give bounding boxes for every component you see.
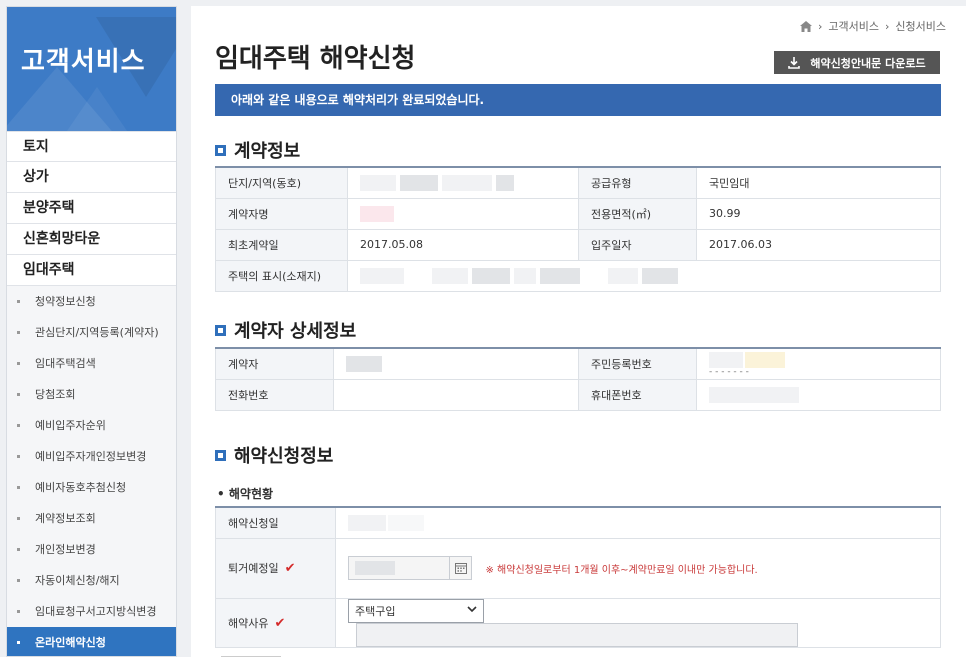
square-bullet-icon — [215, 449, 226, 461]
label-area: 전용면적(㎡) — [578, 197, 697, 230]
sidebar-subitem[interactable]: 임대주택검색 — [7, 348, 176, 379]
apply-subheading: • 해약현황 — [217, 487, 274, 501]
label-move-in-date: 입주일자 — [578, 228, 697, 261]
label-address: 주택의 표시(소재지) — [215, 259, 348, 292]
value-supply-type: 국민임대 — [696, 166, 941, 199]
table-row: 해약사유 ✔ 주택구입 — [215, 597, 941, 648]
download-guide-button[interactable]: 해약신청안내문 다운로드 — [774, 51, 940, 74]
value-rrn: - - - - - - - — [696, 347, 941, 380]
sidebar-item-sale-housing[interactable]: 분양주택 — [7, 193, 176, 224]
reason-cell: 주택구입 — [335, 597, 941, 648]
sidebar-subitem-active[interactable]: 온라인해약신청 — [7, 627, 176, 656]
sidebar-subitem[interactable]: 당첨조회 — [7, 379, 176, 410]
contract-section-heading: 계약정보 — [215, 137, 300, 163]
label-reason: 해약사유 ✔ — [215, 597, 336, 648]
notice-banner: 아래와 같은 내용으로 해약처리가 완료되었습니다. — [215, 84, 941, 116]
label-leave-date: 퇴거예정일 ✔ — [215, 537, 336, 599]
breadcrumb-level1[interactable]: 고객서비스 — [828, 18, 879, 34]
sidebar-item-newlywed-town[interactable]: 신혼희망타운 — [7, 224, 176, 255]
label-phone: 전화번호 — [215, 378, 334, 411]
label-apply-date: 해약신청일 — [215, 506, 336, 539]
table-row: 주택의 표시(소재지) — [215, 259, 941, 292]
apply-section-heading: 해약신청정보 — [215, 442, 333, 468]
calendar-icon[interactable] — [449, 557, 471, 579]
home-icon[interactable] — [799, 20, 812, 32]
reason-select[interactable]: 주택구입 — [348, 598, 484, 623]
sidebar-item-rental-housing[interactable]: 임대주택 — [7, 255, 176, 286]
leave-date-input[interactable] — [348, 556, 472, 580]
sidebar-title: 고객서비스 — [21, 47, 146, 77]
table-row: 단지/지역(동호) 공급유형 국민임대 — [215, 166, 941, 199]
value-first-contract-date: 2017.05.08 — [347, 228, 579, 261]
table-row: 퇴거예정일 ✔ ※ 해약신청일로부터 1개월 이후~계약만료일 이내만 가능합니다… — [215, 537, 941, 599]
contract-table: 단지/지역(동호) 공급유형 국민임대 계약자명 전용면적(㎡) 30.99 최… — [215, 166, 941, 292]
breadcrumb: › 고객서비스 › 신청서비스 — [799, 18, 946, 34]
required-check-icon: ✔ — [274, 615, 286, 631]
value-mobile — [696, 378, 941, 411]
table-row: 전화번호 휴대폰번호 — [215, 378, 941, 411]
value-contractor — [333, 347, 579, 380]
sidebar: 고객서비스 토지 상가 분양주택 신혼희망타운 임대주택 청약정보신청 관심단지… — [6, 6, 177, 657]
sidebar-subitem[interactable]: 임대료청구서고지방식변경 — [7, 596, 176, 627]
label-contractor: 계약자 — [215, 347, 334, 380]
label-rrn: 주민등록번호 — [578, 347, 697, 380]
reason-detail-input[interactable] — [356, 622, 798, 647]
label-supply-type: 공급유형 — [578, 166, 697, 199]
sidebar-subitem[interactable]: 계약정보조회 — [7, 503, 176, 534]
value-phone — [333, 378, 579, 411]
main-panel: › 고객서비스 › 신청서비스 임대주택 해약신청 해약신청안내문 다운로드 아… — [191, 6, 966, 657]
sidebar-item-commercial[interactable]: 상가 — [7, 162, 176, 193]
table-row: 계약자 주민등록번호 - - - - - - - — [215, 347, 941, 380]
contractor-table: 계약자 주민등록번호 - - - - - - - 전화번호 휴대폰번호 — [215, 347, 941, 411]
download-icon — [788, 56, 801, 69]
leave-date-warning: ※ 해약신청일로부터 1개월 이후~계약만료일 이내만 가능합니다. — [485, 564, 758, 576]
value-move-in-date: 2017.06.03 — [696, 228, 941, 261]
value-complex — [347, 166, 579, 199]
sidebar-subitem[interactable]: 예비입주자순위 — [7, 410, 176, 441]
label-complex: 단지/지역(동호) — [215, 166, 348, 199]
sidebar-header: 고객서비스 — [7, 7, 176, 131]
value-area: 30.99 — [696, 197, 941, 230]
sidebar-subitem[interactable]: 관심단지/지역등록(계약자) — [7, 317, 176, 348]
leave-date-cell: ※ 해약신청일로부터 1개월 이후~계약만료일 이내만 가능합니다. — [335, 537, 941, 599]
square-bullet-icon — [215, 144, 226, 156]
table-row: 최초계약일 2017.05.08 입주일자 2017.06.03 — [215, 228, 941, 261]
sidebar-subitem[interactable]: 예비자동호추첨신청 — [7, 472, 176, 503]
download-guide-label: 해약신청안내문 다운로드 — [810, 56, 926, 70]
label-first-contract-date: 최초계약일 — [215, 228, 348, 261]
breadcrumb-level2[interactable]: 신청서비스 — [895, 18, 946, 34]
label-mobile: 휴대폰번호 — [578, 378, 697, 411]
chevron-down-icon — [467, 605, 477, 616]
sidebar-item-land[interactable]: 토지 — [7, 131, 176, 162]
chevron-right-icon: › — [817, 19, 823, 33]
sidebar-subitem[interactable]: 예비입주자개인정보변경 — [7, 441, 176, 472]
square-bullet-icon — [215, 324, 226, 336]
required-check-icon: ✔ — [284, 561, 296, 576]
value-address — [347, 259, 941, 292]
table-row: 계약자명 전용면적(㎡) 30.99 — [215, 197, 941, 230]
sidebar-subitem[interactable]: 청약정보신청 — [7, 286, 176, 317]
apply-table: 해약신청일 퇴거예정일 ✔ ※ 해약신청일로부터 1개월 이후~계약만료일 이내만… — [215, 506, 941, 648]
value-contractor-name — [347, 197, 579, 230]
label-contractor-name: 계약자명 — [215, 197, 348, 230]
table-row: 해약신청일 — [215, 506, 941, 539]
sidebar-subitem[interactable]: 개인정보변경 — [7, 534, 176, 565]
chevron-right-icon: › — [884, 19, 890, 33]
contractor-section-heading: 계약자 상세정보 — [215, 317, 356, 343]
value-apply-date — [335, 506, 941, 539]
sidebar-submenu: 청약정보신청 관심단지/지역등록(계약자) 임대주택검색 당첨조회 예비입주자순… — [7, 286, 176, 656]
sidebar-subitem[interactable]: 자동이체신청/해지 — [7, 565, 176, 596]
page-title: 임대주택 해약신청 — [215, 44, 416, 74]
